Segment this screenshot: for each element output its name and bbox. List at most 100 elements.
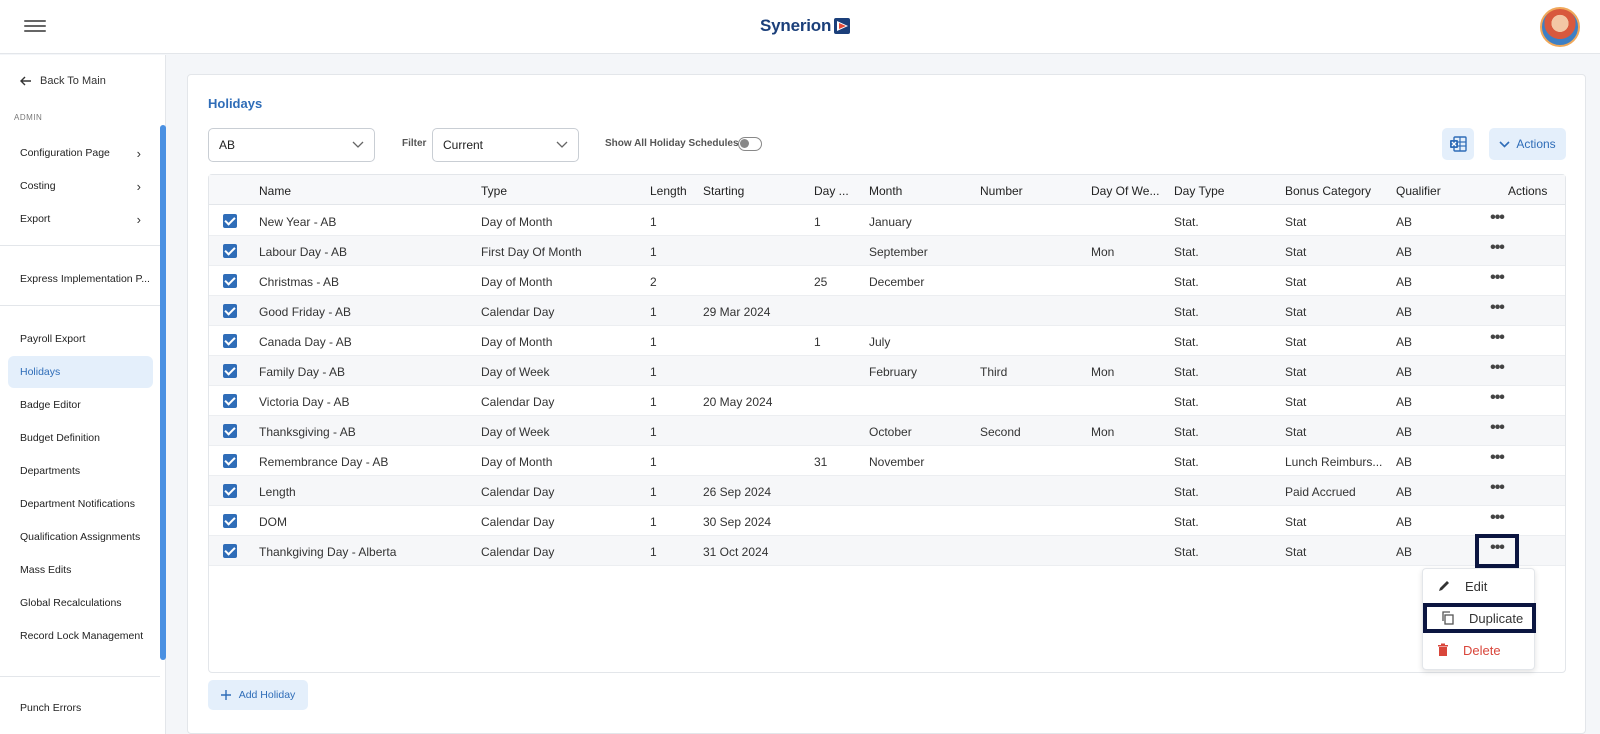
sidebar-item-record-lock-management[interactable]: Record Lock Management [8, 620, 153, 652]
cell-length: 1 [650, 455, 657, 469]
sidebar-item-express-implementation[interactable]: Express Implementation P... [8, 263, 153, 295]
row-more-actions-icon[interactable]: ••• [1485, 360, 1509, 378]
sidebar-item-badge-editor[interactable]: Badge Editor [8, 389, 153, 421]
table-row[interactable]: Labour Day - AB First Day Of Month 1 Septem… [209, 236, 1565, 266]
column-header-day[interactable]: Day ... [814, 184, 850, 198]
table-row[interactable]: New Year - AB Day of Month 1 1 January Stat. S… [209, 206, 1565, 236]
row-checkbox[interactable] [223, 514, 237, 528]
show-all-schedules-toggle[interactable] [738, 137, 762, 151]
holidays-table: Name Type Length Starting Day ... Month … [208, 174, 1566, 673]
table-row[interactable]: Thankgiving Day - Alberta Calendar Day 1 31… [209, 534, 1565, 568]
delete-menu-item[interactable]: Delete [1423, 635, 1536, 665]
row-more-actions-icon[interactable]: ••• [1485, 480, 1509, 498]
add-holiday-button[interactable]: Add Holiday [208, 680, 308, 710]
column-header-bonus-category[interactable]: Bonus Category [1285, 184, 1385, 198]
cell-month: July [869, 335, 891, 349]
row-more-actions-icon[interactable]: ••• [1485, 240, 1509, 258]
sidebar-item-label: Holidays [20, 366, 61, 378]
sidebar-item-payroll-export[interactable]: Payroll Export [8, 323, 153, 355]
sidebar-item-holidays[interactable]: Holidays [8, 356, 153, 388]
back-to-main-link[interactable]: Back To Main [20, 75, 106, 87]
cell-name: Family Day - AB [259, 365, 346, 379]
sidebar-item-costing[interactable]: Costing › [8, 170, 153, 202]
sidebar-item-departments[interactable]: Departments [8, 455, 153, 487]
sidebar-item-department-notifications[interactable]: Department Notifications [8, 488, 153, 520]
filter-select[interactable]: Current [432, 128, 579, 162]
top-bar: Synerion [0, 0, 1600, 54]
duplicate-label: Duplicate [1469, 610, 1524, 626]
row-checkbox[interactable] [223, 214, 237, 228]
sidebar-item-configuration-page[interactable]: Configuration Page › [8, 137, 153, 169]
cell-type: Calendar Day [481, 485, 555, 499]
column-header-day-type[interactable]: Day Type [1174, 184, 1274, 198]
chevron-down-icon [1499, 140, 1510, 148]
sidebar-scrollbar[interactable] [160, 125, 166, 660]
brand-name: Synerion [760, 16, 832, 35]
column-header-qualifier[interactable]: Qualifier [1396, 184, 1476, 198]
row-checkbox[interactable] [223, 424, 237, 438]
row-more-actions-icon[interactable]: ••• [1485, 390, 1509, 408]
row-more-actions-icon[interactable]: ••• [1485, 300, 1509, 318]
column-header-month[interactable]: Month [869, 184, 969, 198]
cell-length: 1 [650, 215, 657, 229]
column-header-length[interactable]: Length [650, 184, 695, 198]
row-checkbox[interactable] [223, 364, 237, 378]
cell-type: Calendar Day [481, 395, 555, 409]
cell-length: 1 [650, 365, 657, 379]
row-more-actions-icon[interactable]: ••• [1475, 534, 1519, 568]
column-header-type[interactable]: Type [481, 184, 641, 198]
column-header-starting[interactable]: Starting [703, 184, 803, 198]
row-more-actions-icon[interactable]: ••• [1485, 450, 1509, 468]
sidebar-item-global-recalculations[interactable]: Global Recalculations [8, 587, 153, 619]
table-row[interactable]: Victoria Day - AB Calendar Day 1 20 May 202… [209, 386, 1565, 416]
cell-starting: 31 Oct 2024 [703, 545, 769, 559]
filter-label: Filter [402, 138, 427, 149]
pencil-icon [1439, 581, 1449, 591]
hamburger-menu-icon[interactable] [24, 17, 46, 37]
cell-month: October [869, 425, 912, 439]
table-row[interactable]: Good Friday - AB Calendar Day 1 29 Mar 2024… [209, 296, 1565, 326]
table-row[interactable]: Remembrance Day - AB Day of Month 1 31 Novem… [209, 446, 1565, 476]
column-header-day-of-week[interactable]: Day Of We... [1091, 184, 1163, 198]
row-checkbox[interactable] [223, 274, 237, 288]
table-row[interactable]: Thanksgiving - AB Day of Week 1 October Seco… [209, 416, 1565, 446]
row-checkbox[interactable] [223, 484, 237, 498]
row-checkbox[interactable] [223, 544, 237, 558]
row-checkbox[interactable] [223, 394, 237, 408]
sidebar-item-mass-edits[interactable]: Mass Edits [8, 554, 153, 586]
cell-day-of-week: Mon [1091, 365, 1115, 379]
schedule-select[interactable]: AB [208, 128, 375, 162]
row-more-actions-icon[interactable]: ••• [1485, 510, 1509, 528]
table-row[interactable]: Christmas - AB Day of Month 2 25 December Sta… [209, 266, 1565, 296]
row-checkbox[interactable] [223, 304, 237, 318]
row-more-actions-icon[interactable]: ••• [1485, 330, 1509, 348]
duplicate-menu-item[interactable]: Duplicate [1423, 603, 1536, 633]
row-more-actions-icon[interactable]: ••• [1485, 420, 1509, 438]
edit-label: Edit [1465, 578, 1488, 594]
cell-name: Thankgiving Day - Alberta [259, 545, 397, 559]
edit-menu-item[interactable]: Edit [1423, 571, 1536, 601]
sidebar-item-qualification-assignments[interactable]: Qualification Assignments [8, 521, 153, 553]
cell-bonus-category: Stat [1285, 275, 1307, 289]
row-checkbox[interactable] [223, 334, 237, 348]
column-header-number[interactable]: Number [980, 184, 1080, 198]
sidebar-item-export[interactable]: Export › [8, 203, 153, 235]
cell-type: Day of Month [481, 215, 553, 229]
table-row[interactable]: DOM Calendar Day 1 30 Sep 2024 Stat. Stat AB ••… [209, 506, 1565, 536]
export-excel-button[interactable] [1442, 128, 1474, 160]
sidebar-item-budget-definition[interactable]: Budget Definition [8, 422, 153, 454]
table-row[interactable]: Canada Day - AB Day of Month 1 1 July Stat. St… [209, 326, 1565, 356]
row-checkbox[interactable] [223, 454, 237, 468]
row-checkbox[interactable] [223, 244, 237, 258]
section-label: ADMIN [14, 113, 43, 122]
sidebar: Back To Main ADMIN Configuration Page › C… [0, 55, 166, 734]
cell-name: DOM [259, 515, 287, 529]
row-more-actions-icon[interactable]: ••• [1485, 210, 1509, 228]
table-row[interactable]: Length Calendar Day 1 26 Sep 2024 Stat. Paid … [209, 476, 1565, 506]
column-header-name[interactable]: Name [259, 184, 459, 198]
row-more-actions-icon[interactable]: ••• [1485, 270, 1509, 288]
actions-dropdown-button[interactable]: Actions [1489, 128, 1566, 160]
sidebar-item-punch-errors[interactable]: Punch Errors [8, 692, 153, 724]
table-row[interactable]: Family Day - AB Day of Week 1 February Third… [209, 356, 1565, 386]
user-avatar[interactable] [1540, 7, 1580, 47]
